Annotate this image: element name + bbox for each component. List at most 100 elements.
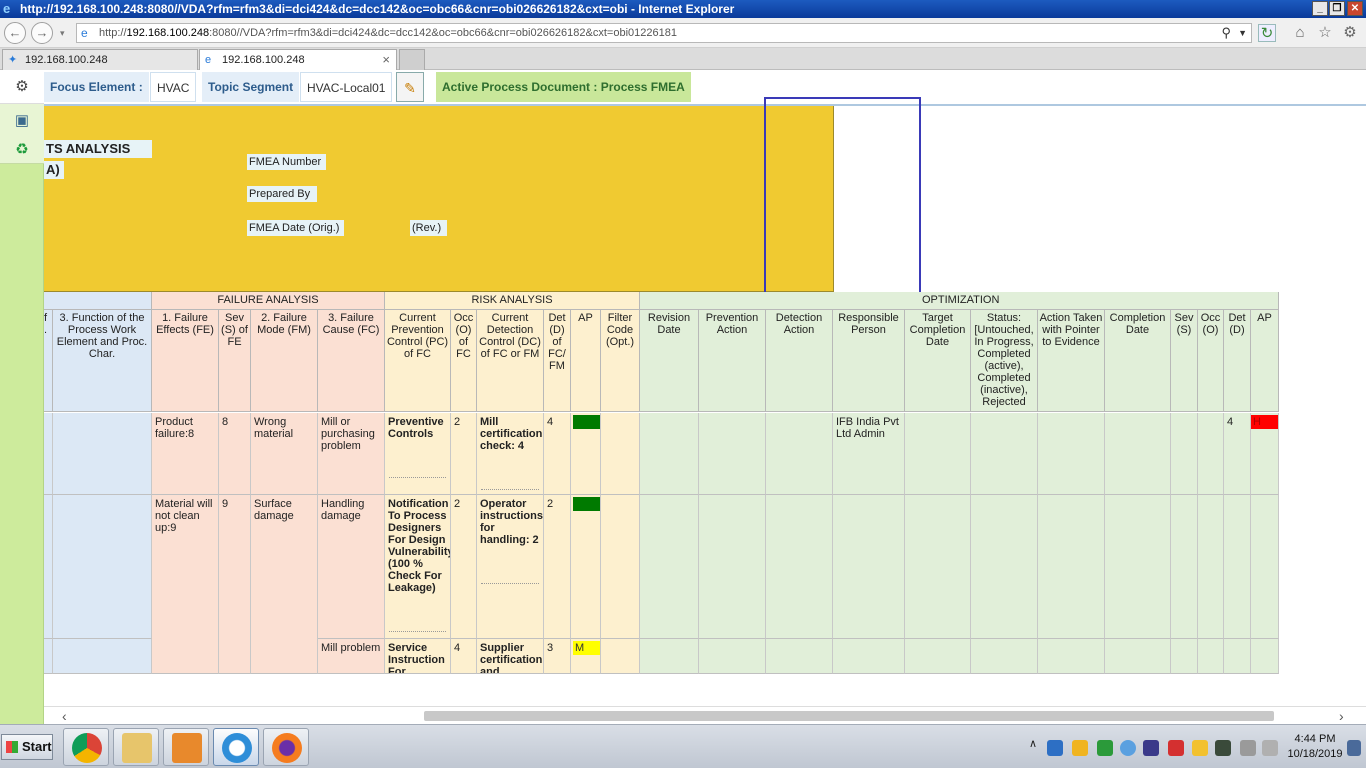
- tab-2-active[interactable]: e 192.168.100.248 ×: [199, 49, 397, 70]
- cell-prevention-action[interactable]: [699, 413, 766, 495]
- cell-detection-2[interactable]: 4: [1224, 413, 1251, 495]
- scroll-thumb[interactable]: [424, 711, 1274, 721]
- document-edit-icon[interactable]: ✎: [396, 72, 424, 102]
- cell-status[interactable]: [971, 413, 1038, 495]
- cell-detection[interactable]: 2: [544, 495, 571, 639]
- scroll-right-arrow-icon[interactable]: ›: [1339, 708, 1344, 724]
- cell-occurrence[interactable]: 4: [451, 639, 477, 674]
- cell-failure-mode[interactable]: Surface damage: [251, 495, 318, 674]
- cell-action-taken[interactable]: [1038, 639, 1105, 674]
- tray-update-icon[interactable]: [1097, 740, 1113, 756]
- tray-sync-icon[interactable]: [1120, 740, 1136, 756]
- cell-target-date[interactable]: [905, 495, 971, 639]
- cell-status[interactable]: [971, 495, 1038, 639]
- new-tab-button[interactable]: [399, 49, 425, 70]
- cell-detection-action[interactable]: [766, 495, 833, 639]
- restore-button[interactable]: ❐: [1329, 1, 1345, 16]
- tray-network-icon[interactable]: [1240, 740, 1256, 756]
- cell-detection-action[interactable]: [766, 639, 833, 674]
- history-dropdown-icon[interactable]: ▾: [60, 28, 65, 39]
- search-icon[interactable]: ⚲: [1221, 24, 1231, 42]
- cell-severity-2[interactable]: [1171, 495, 1198, 639]
- topic-segment-value[interactable]: HVAC-Local01: [300, 72, 393, 102]
- cell-filter-code[interactable]: [601, 413, 640, 495]
- close-window-button[interactable]: ✕: [1347, 1, 1363, 16]
- cell-ap-2[interactable]: [1251, 639, 1279, 674]
- cell-detection-control[interactable]: Operator instructions for handling: 2: [477, 495, 544, 639]
- tab-close-button[interactable]: ×: [382, 50, 390, 70]
- monitor-icon[interactable]: ▣: [12, 111, 32, 131]
- cell-action-taken[interactable]: [1038, 413, 1105, 495]
- forward-button[interactable]: →: [31, 22, 53, 44]
- cell-status[interactable]: [971, 639, 1038, 674]
- cell-responsible-person[interactable]: [833, 495, 905, 639]
- cell-failure-cause[interactable]: Mill problem: [318, 639, 385, 674]
- cell-detection-action[interactable]: [766, 413, 833, 495]
- ie-taskbar-button[interactable]: [213, 728, 259, 766]
- cell-completion-date[interactable]: [1105, 495, 1171, 639]
- tray-alert-icon[interactable]: [1168, 740, 1184, 756]
- compatibility-view-icon[interactable]: ↻: [1258, 24, 1276, 42]
- teamviewer-tray-icon[interactable]: [1047, 740, 1063, 756]
- start-button[interactable]: Start: [1, 734, 53, 760]
- cell-severity-2[interactable]: [1171, 413, 1198, 495]
- cell-prevention-control[interactable]: Service Instruction For: [385, 639, 451, 674]
- cell-responsible-person[interactable]: [833, 639, 905, 674]
- cell-detection-2[interactable]: [1224, 639, 1251, 674]
- cell-action-taken[interactable]: [1038, 495, 1105, 639]
- cell-occurrence[interactable]: 2: [451, 413, 477, 495]
- cell-occurrence[interactable]: 2: [451, 495, 477, 639]
- cell-detection[interactable]: 3: [544, 639, 571, 674]
- cell-detection-control[interactable]: Mill certification check: 4: [477, 413, 544, 495]
- cell-severity-2[interactable]: [1171, 639, 1198, 674]
- cell-failure-cause[interactable]: Mill or purchasing problem: [318, 413, 385, 495]
- chrome-taskbar-button[interactable]: [63, 728, 109, 766]
- cell-failure-mode[interactable]: Wrong material: [251, 413, 318, 495]
- cell-filter-code[interactable]: [601, 495, 640, 639]
- address-bar[interactable]: e http://192.168.100.248:8080//VDA?rfm=r…: [76, 23, 1252, 43]
- cell-completion-date[interactable]: [1105, 639, 1171, 674]
- cell-failure-effect[interactable]: Material will not clean up:9: [152, 495, 219, 674]
- cell-ap-2[interactable]: [1251, 495, 1279, 639]
- cell-severity[interactable]: 9: [219, 495, 251, 674]
- cell-revision-date[interactable]: [640, 639, 699, 674]
- recycle-icon[interactable]: ♻: [12, 140, 32, 160]
- address-dropdown-icon[interactable]: ▼: [1238, 24, 1247, 42]
- cell-function[interactable]: [53, 639, 152, 674]
- tools-gear-icon[interactable]: ⚙: [1341, 24, 1359, 42]
- cell-responsible-person[interactable]: IFB India Pvt Ltd Admin: [833, 413, 905, 495]
- tab-1[interactable]: ✦ 192.168.100.248: [2, 49, 198, 70]
- cell-occurrence-2[interactable]: [1198, 639, 1224, 674]
- show-desktop-icon[interactable]: [1347, 740, 1361, 756]
- horizontal-scrollbar[interactable]: ‹ ›: [44, 706, 1366, 724]
- tray-monitor-icon[interactable]: [1215, 740, 1231, 756]
- focus-element-value[interactable]: HVAC: [150, 72, 197, 102]
- cell-revision-date[interactable]: [640, 413, 699, 495]
- home-icon[interactable]: ⌂: [1291, 24, 1309, 42]
- firefox-taskbar-button[interactable]: [263, 728, 309, 766]
- scroll-left-arrow-icon[interactable]: ‹: [62, 708, 67, 724]
- cell-failure-effect[interactable]: Product failure:8: [152, 413, 219, 495]
- cell-function[interactable]: [53, 495, 152, 639]
- cell-failure-cause[interactable]: Handling damage: [318, 495, 385, 639]
- tray-app-icon[interactable]: [1072, 740, 1088, 756]
- cell-prevention-control[interactable]: Preventive Controls: [385, 413, 451, 495]
- cell-occurrence-2[interactable]: [1198, 413, 1224, 495]
- cell-severity[interactable]: 8: [219, 413, 251, 495]
- cell-target-date[interactable]: [905, 413, 971, 495]
- cell-target-date[interactable]: [905, 639, 971, 674]
- cell-prevention-control[interactable]: Notification To Process Designers For De…: [385, 495, 451, 639]
- tray-shield-icon[interactable]: [1192, 740, 1208, 756]
- cell-prevention-action[interactable]: [699, 495, 766, 639]
- outlook-taskbar-button[interactable]: [163, 728, 209, 766]
- tray-expand-icon[interactable]: ∧: [1029, 737, 1037, 750]
- back-button[interactable]: ←: [4, 22, 26, 44]
- cell-revision-date[interactable]: [640, 495, 699, 639]
- cell-occurrence-2[interactable]: [1198, 495, 1224, 639]
- tray-security-icon[interactable]: [1143, 740, 1159, 756]
- favorites-star-icon[interactable]: ☆: [1316, 24, 1334, 42]
- cell-detection[interactable]: 4: [544, 413, 571, 495]
- taskbar-clock[interactable]: 4:44 PM 10/18/2019: [1284, 732, 1346, 762]
- cell-detection-control[interactable]: Supplier certification and: [477, 639, 544, 674]
- cell-completion-date[interactable]: [1105, 413, 1171, 495]
